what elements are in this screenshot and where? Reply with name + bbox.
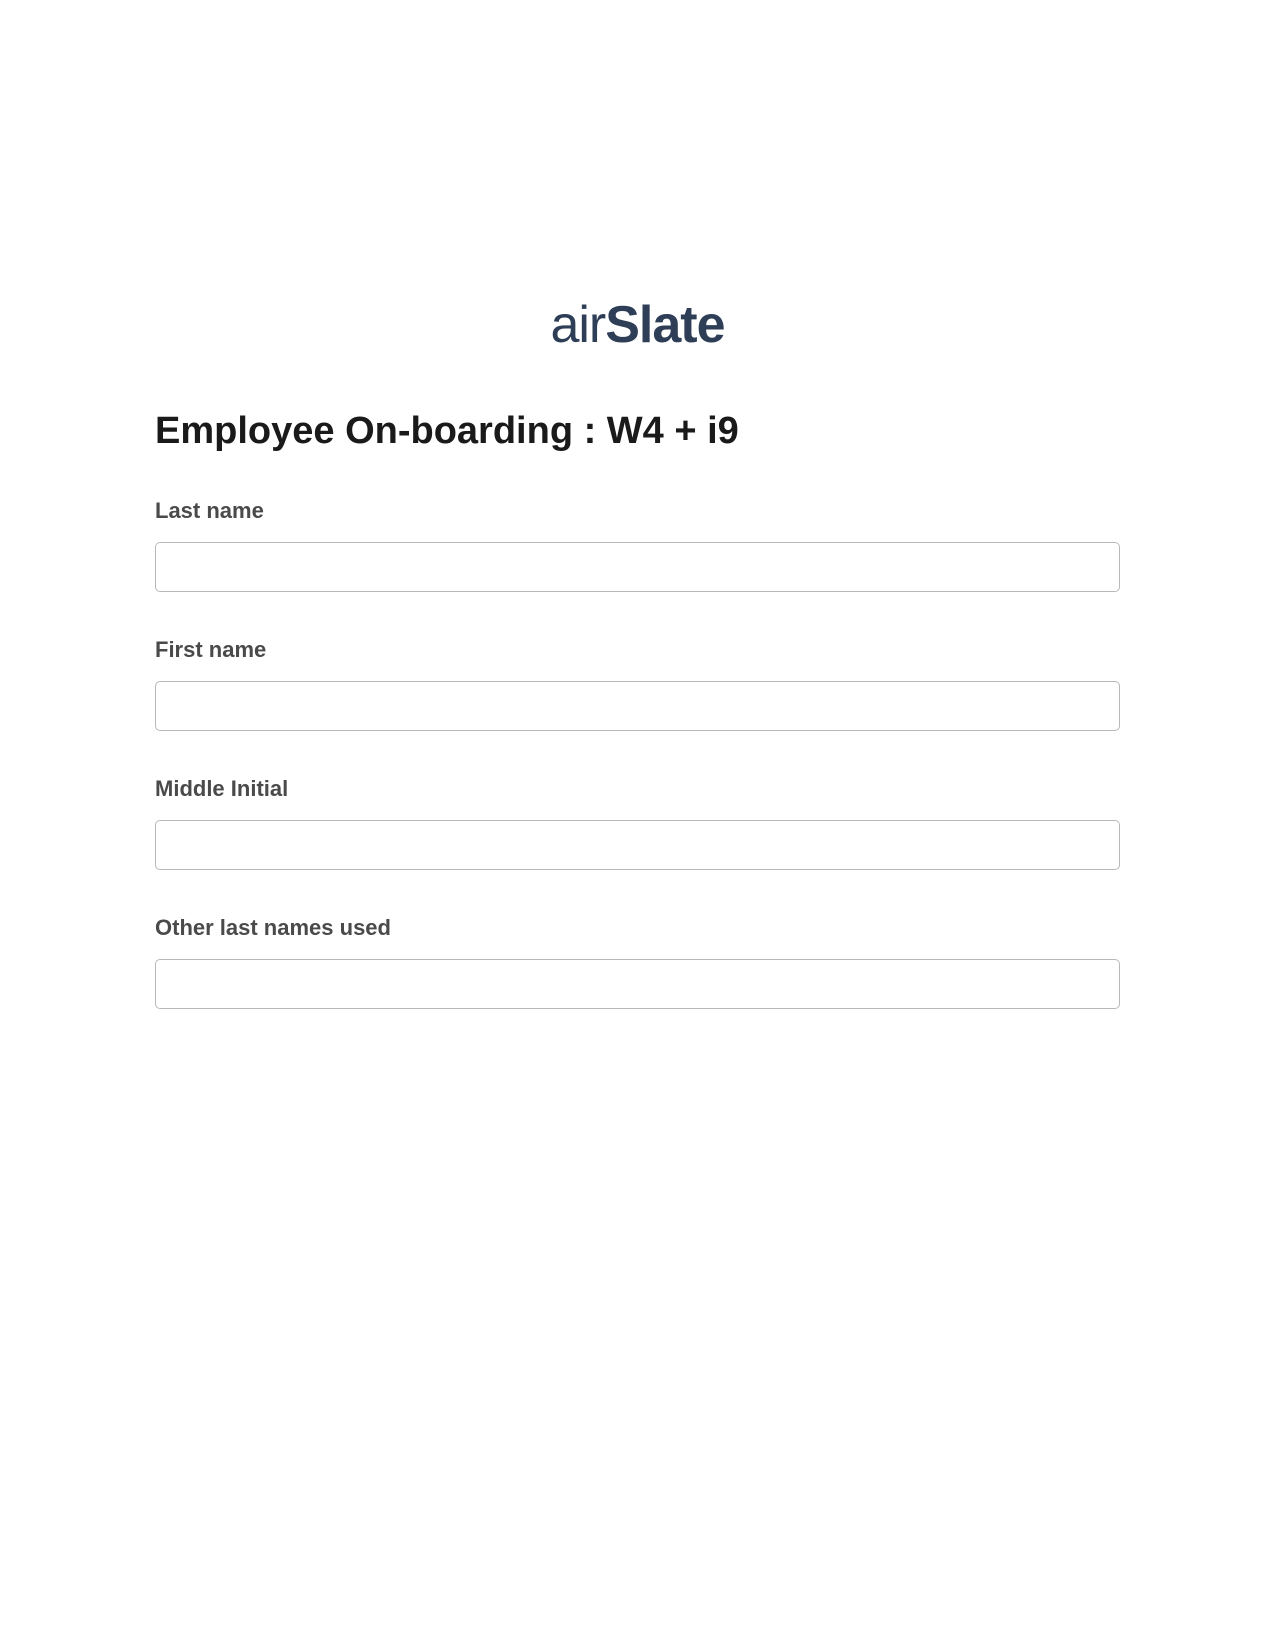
form-container: airSlate Employee On-boarding : W4 + i9 … xyxy=(0,0,1275,1009)
brand-logo: airSlate xyxy=(155,295,1120,355)
first-name-input[interactable] xyxy=(155,681,1120,731)
logo-part-slate: Slate xyxy=(605,296,724,354)
form-group-middle-initial: Middle Initial xyxy=(155,776,1120,870)
logo-text: airSlate xyxy=(550,296,724,354)
page-title: Employee On-boarding : W4 + i9 xyxy=(155,410,1120,453)
form-group-other-last-names: Other last names used xyxy=(155,915,1120,1009)
last-name-input[interactable] xyxy=(155,542,1120,592)
other-last-names-label: Other last names used xyxy=(155,915,1120,941)
last-name-label: Last name xyxy=(155,498,1120,524)
other-last-names-input[interactable] xyxy=(155,959,1120,1009)
first-name-label: First name xyxy=(155,637,1120,663)
middle-initial-input[interactable] xyxy=(155,820,1120,870)
form-group-first-name: First name xyxy=(155,637,1120,731)
middle-initial-label: Middle Initial xyxy=(155,776,1120,802)
logo-part-air: air xyxy=(550,296,605,354)
form-group-last-name: Last name xyxy=(155,498,1120,592)
